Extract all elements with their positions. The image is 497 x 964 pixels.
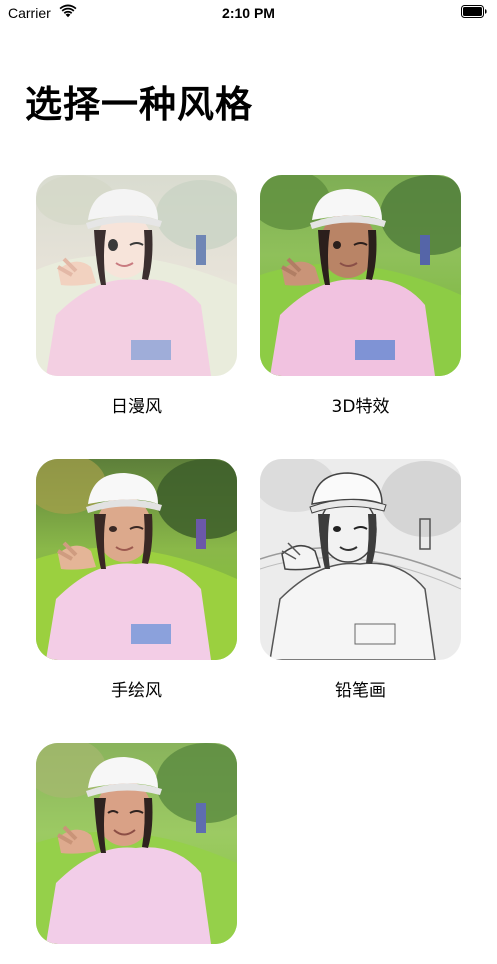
style-label-hand-drawn: 手绘风 [111, 681, 162, 701]
clock: 2:10 PM [222, 5, 275, 21]
style-option-3d[interactable]: 3D特效 [260, 175, 461, 418]
style-label-anime: 日漫风 [111, 397, 162, 417]
style-thumbnail-anime[interactable] [36, 175, 237, 376]
style-option-anime[interactable]: 日漫风 [36, 175, 237, 418]
style-thumbnail-5[interactable] [36, 743, 237, 944]
style-label-3d: 3D特效 [331, 397, 390, 417]
style-option-pencil[interactable]: 铅笔画 [260, 459, 461, 702]
style-thumbnail-pencil[interactable] [260, 459, 461, 660]
style-option-hand-drawn[interactable]: 手绘风 [36, 459, 237, 702]
style-thumbnail-hand-drawn[interactable] [36, 459, 237, 660]
status-bar: Carrier 2:10 PM [0, 0, 497, 26]
style-thumbnail-3d[interactable] [260, 175, 461, 376]
style-label-pencil: 铅笔画 [335, 681, 386, 701]
battery-icon [461, 5, 487, 18]
page-title: 选择一种风格 [25, 83, 253, 126]
style-option-5[interactable] [36, 743, 237, 964]
